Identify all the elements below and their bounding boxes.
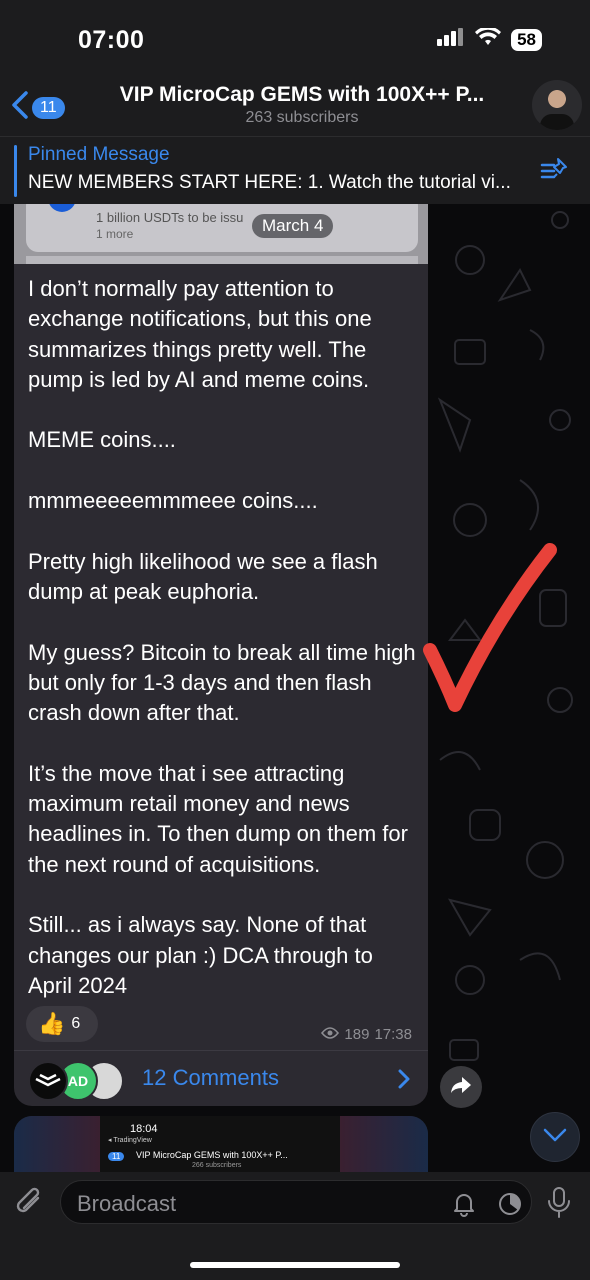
attachment-icon[interactable] bbox=[14, 1186, 46, 1225]
pinned-message-bar[interactable]: Pinned Message NEW MEMBERS START HERE: 1… bbox=[0, 136, 590, 204]
bell-icon[interactable] bbox=[451, 1191, 477, 1222]
broadcast-placeholder: Broadcast bbox=[77, 1191, 177, 1216]
message-image[interactable]: 1 billion USDTs to be issu 1 more March … bbox=[14, 204, 428, 264]
back-button[interactable]: 11 bbox=[10, 90, 65, 125]
next-image-subtitle: 266 subscribers bbox=[192, 1162, 242, 1169]
view-count: 189 bbox=[344, 1026, 370, 1043]
notification-text: 1 billion USDTs to be issu bbox=[96, 210, 244, 225]
pinned-list-icon[interactable] bbox=[540, 155, 570, 188]
auto-delete-timer-icon[interactable] bbox=[497, 1191, 523, 1222]
pinned-indicator bbox=[14, 145, 17, 197]
message-bubble[interactable]: 1 billion USDTs to be issu 1 more March … bbox=[14, 204, 428, 1106]
next-message-image-edge bbox=[14, 1116, 100, 1180]
commenter-avatars: AD bbox=[28, 1061, 128, 1101]
forward-icon bbox=[450, 1075, 472, 1100]
unread-count-badge: 11 bbox=[32, 96, 65, 119]
scroll-to-bottom-button[interactable] bbox=[530, 1112, 580, 1162]
message-meta: 189 17:38 bbox=[321, 1026, 412, 1043]
next-image-title: VIP MicroCap GEMS with 100X++ P... bbox=[136, 1150, 288, 1160]
message-composer: Broadcast bbox=[0, 1172, 590, 1280]
exchange-logo-icon bbox=[48, 204, 76, 212]
channel-title[interactable]: VIP MicroCap GEMS with 100X++ P... bbox=[92, 83, 512, 107]
notification-screenshot-next bbox=[26, 256, 418, 264]
broadcast-input[interactable]: Broadcast bbox=[60, 1180, 532, 1224]
reaction-thumbs-up[interactable]: 👍 6 bbox=[26, 1006, 98, 1042]
date-pill: March 4 bbox=[252, 214, 334, 238]
next-image-source: ◂ TradingView bbox=[108, 1137, 152, 1144]
status-time: 07:00 bbox=[78, 26, 145, 54]
comments-link[interactable]: 12 Comments bbox=[142, 1065, 279, 1091]
reaction-count: 6 bbox=[71, 1015, 81, 1032]
channel-avatar[interactable] bbox=[532, 80, 582, 130]
wifi-icon bbox=[475, 26, 502, 51]
comments-row[interactable]: AD 12 Comments bbox=[14, 1050, 428, 1106]
message-time: 17:38 bbox=[374, 1026, 412, 1043]
chevron-right-icon bbox=[398, 1069, 410, 1094]
next-message-bubble[interactable]: 18:04 ◂ TradingView 11 VIP MicroCap GEMS… bbox=[14, 1116, 428, 1180]
pinned-title: Pinned Message bbox=[28, 144, 170, 165]
status-bar: 07:00 58 bbox=[0, 0, 590, 76]
chat-header: 11 VIP MicroCap GEMS with 100X++ P... 26… bbox=[0, 76, 590, 136]
pinned-text: NEW MEMBERS START HERE: 1. Watch the tut… bbox=[28, 172, 511, 193]
commenter-avatar bbox=[28, 1061, 68, 1101]
microphone-icon[interactable] bbox=[546, 1186, 572, 1225]
status-icons: 58 bbox=[437, 26, 542, 51]
next-message-image-edge bbox=[340, 1116, 428, 1180]
message-text: I don’t normally pay attention to exchan… bbox=[28, 276, 416, 998]
notification-more: 1 more bbox=[96, 227, 134, 241]
next-image-time: 18:04 bbox=[130, 1123, 158, 1135]
next-image-badge: 11 bbox=[108, 1152, 125, 1161]
red-checkmark-overlay bbox=[400, 530, 560, 725]
chevron-down-icon bbox=[543, 1128, 567, 1147]
chevron-left-icon bbox=[10, 90, 30, 125]
cellular-signal-icon bbox=[437, 28, 465, 51]
notification-screenshot: 1 billion USDTs to be issu 1 more bbox=[26, 204, 418, 252]
share-button[interactable] bbox=[440, 1066, 482, 1108]
battery-indicator: 58 bbox=[511, 28, 542, 51]
eye-icon bbox=[321, 1026, 340, 1043]
subscriber-count: 263 subscribers bbox=[245, 109, 359, 126]
home-indicator bbox=[190, 1262, 400, 1268]
next-message-image[interactable]: 18:04 ◂ TradingView 11 VIP MicroCap GEMS… bbox=[100, 1116, 340, 1180]
thumbs-up-icon: 👍 bbox=[38, 1011, 66, 1036]
